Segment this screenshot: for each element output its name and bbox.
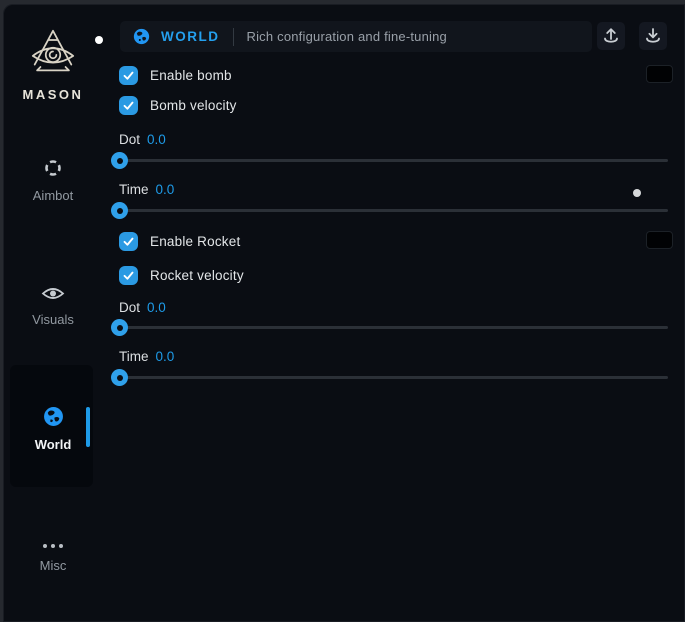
sidebar: MASON Aimbot Visuals World bbox=[3, 4, 103, 622]
bomb-dot-slider-track[interactable] bbox=[119, 159, 668, 162]
download-icon bbox=[643, 26, 663, 46]
bomb-dot-slider-knob[interactable] bbox=[111, 152, 128, 169]
ellipsis-icon bbox=[43, 544, 63, 548]
slider-label: Dot 0.0 bbox=[119, 132, 166, 147]
app-window: MASON Aimbot Visuals World bbox=[3, 4, 685, 622]
download-config-button[interactable] bbox=[639, 22, 667, 50]
bomb-velocity-checkbox[interactable] bbox=[119, 96, 138, 115]
rocket-dot-slider-track[interactable] bbox=[119, 326, 668, 329]
bomb-time-slider-knob[interactable] bbox=[111, 202, 128, 219]
enable-bomb-checkbox[interactable] bbox=[119, 66, 138, 85]
checkmark-icon bbox=[122, 269, 135, 282]
rocket-velocity-checkbox[interactable] bbox=[119, 266, 138, 285]
slider-name: Dot bbox=[119, 132, 140, 147]
globe-icon bbox=[43, 406, 64, 427]
rocket-time-slider-knob[interactable] bbox=[111, 369, 128, 386]
slider-name: Time bbox=[119, 182, 149, 197]
slider-value: 0.0 bbox=[156, 349, 175, 364]
sidebar-item-label: Visuals bbox=[3, 312, 103, 327]
checkbox-row: Enable Rocket bbox=[119, 232, 240, 251]
logo-text: MASON bbox=[3, 87, 103, 102]
cursor-dot bbox=[633, 189, 641, 197]
checkmark-icon bbox=[122, 235, 135, 248]
logo: MASON bbox=[3, 26, 103, 102]
eye-icon bbox=[41, 285, 65, 302]
slider-name: Dot bbox=[119, 300, 140, 315]
masonic-eye-icon bbox=[26, 26, 80, 80]
checkbox-row: Rocket velocity bbox=[119, 266, 244, 285]
enable-rocket-checkbox[interactable] bbox=[119, 232, 138, 251]
page-header: WORLD Rich configuration and fine-tuning bbox=[120, 21, 592, 52]
slider-name: Time bbox=[119, 349, 149, 364]
checkmark-icon bbox=[122, 69, 135, 82]
checkbox-label: Rocket velocity bbox=[150, 268, 244, 283]
crosshair-icon bbox=[43, 158, 63, 178]
cursor-dot bbox=[95, 36, 103, 44]
checkbox-row: Enable bomb bbox=[119, 66, 232, 85]
active-tab-accent-bar bbox=[86, 407, 90, 447]
slider-value: 0.0 bbox=[147, 300, 166, 315]
rocket-color-swatch[interactable] bbox=[646, 231, 673, 249]
bomb-color-swatch[interactable] bbox=[646, 65, 673, 83]
sidebar-item-aimbot[interactable]: Aimbot bbox=[3, 158, 103, 203]
globe-icon bbox=[133, 28, 150, 45]
checkbox-label: Enable bomb bbox=[150, 68, 232, 83]
page-subtitle: Rich configuration and fine-tuning bbox=[247, 29, 447, 44]
sidebar-item-visuals[interactable]: Visuals bbox=[3, 285, 103, 327]
slider-label: Time 0.0 bbox=[119, 349, 174, 364]
slider-label: Dot 0.0 bbox=[119, 300, 166, 315]
checkbox-label: Bomb velocity bbox=[150, 98, 237, 113]
checkbox-row: Bomb velocity bbox=[119, 96, 237, 115]
rocket-dot-slider-knob[interactable] bbox=[111, 319, 128, 336]
upload-config-button[interactable] bbox=[597, 22, 625, 50]
slider-value: 0.0 bbox=[156, 182, 175, 197]
rocket-time-slider-track[interactable] bbox=[119, 376, 668, 379]
header-divider bbox=[233, 28, 234, 46]
page-title: WORLD bbox=[161, 29, 220, 44]
sidebar-item-label: Misc bbox=[3, 558, 103, 573]
slider-label: Time 0.0 bbox=[119, 182, 174, 197]
upload-icon bbox=[601, 26, 621, 46]
sidebar-item-misc[interactable]: Misc bbox=[3, 535, 103, 573]
sidebar-item-label: Aimbot bbox=[3, 188, 103, 203]
bomb-time-slider-track[interactable] bbox=[119, 209, 668, 212]
checkbox-label: Enable Rocket bbox=[150, 234, 240, 249]
checkmark-icon bbox=[122, 99, 135, 112]
slider-value: 0.0 bbox=[147, 132, 166, 147]
